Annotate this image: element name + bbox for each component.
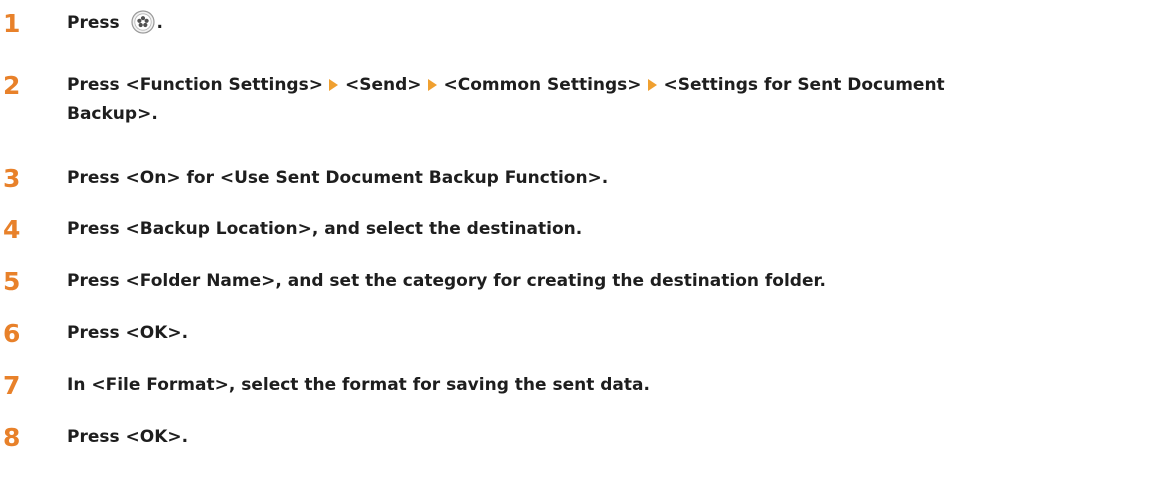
menu-path-common-settings: <Common Settings> — [443, 75, 642, 95]
step-number: 3 — [3, 164, 21, 193]
step-text: In <File Format>, select the format for … — [67, 375, 650, 395]
step-number: 5 — [3, 267, 21, 296]
step-text: Press <OK>. — [67, 323, 189, 343]
step-text: Press <On> for <Use Sent Document Backup… — [67, 168, 609, 188]
arrow-right-icon — [647, 79, 657, 91]
menu-path-settings-for-sent-document: <Settings for Sent Document — [663, 75, 945, 95]
arrow-right-icon — [427, 79, 437, 91]
step-text: Press <Backup Location>, and select the … — [67, 219, 583, 239]
home-button-icon — [130, 10, 155, 34]
step-number: 7 — [3, 371, 21, 400]
step-text: Press <Folder Name>, and set the categor… — [67, 271, 826, 291]
menu-path-continuation: Backup>. — [67, 104, 158, 124]
step-period: . — [156, 13, 164, 33]
step-number: 2 — [3, 71, 21, 100]
step-text: Press <Function Settings> <Send> <Common S… — [67, 71, 1147, 129]
menu-path-function-settings: Press <Function Settings> — [67, 75, 323, 95]
step-number: 1 — [3, 9, 21, 38]
step-number: 6 — [3, 319, 21, 348]
step-text: Press <OK>. — [67, 427, 189, 447]
step-number: 4 — [3, 215, 21, 244]
step-press-label: Press — [67, 13, 120, 33]
arrow-right-icon — [328, 79, 338, 91]
step-number: 8 — [3, 423, 21, 452]
menu-path-send: <Send> — [344, 75, 422, 95]
step-text: Press . — [67, 9, 1147, 38]
